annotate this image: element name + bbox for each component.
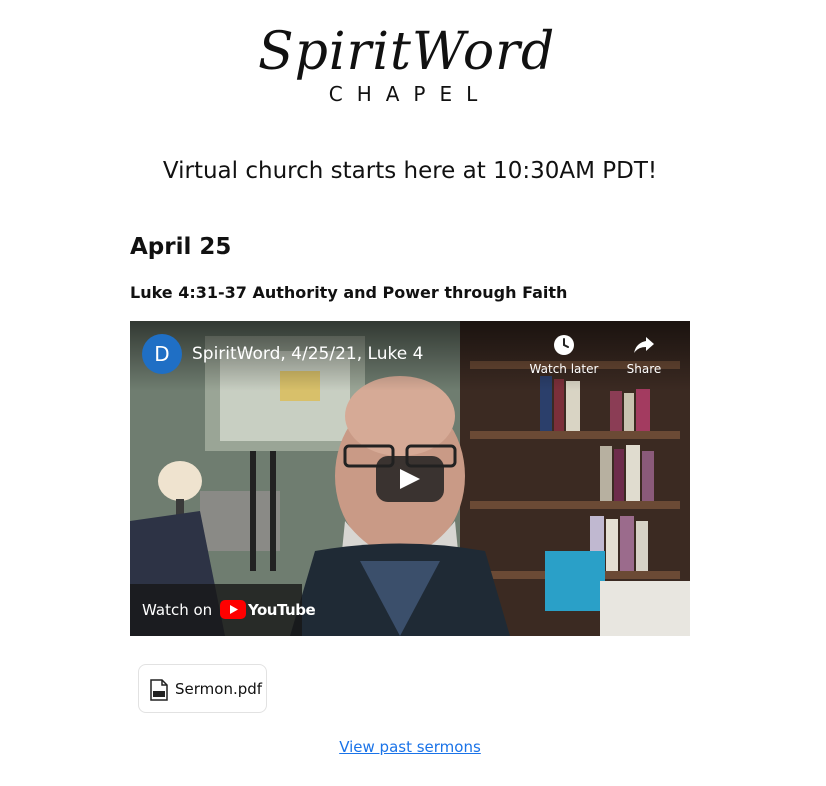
logo-subtitle: CHAPEL bbox=[328, 82, 492, 106]
sermon-date-heading: April 25 bbox=[130, 234, 232, 260]
pdf-file-icon bbox=[150, 679, 168, 701]
youtube-logo-icon bbox=[220, 600, 246, 619]
watch-on-youtube-button[interactable]: Watch on YouTube bbox=[130, 584, 316, 636]
share-label: Share bbox=[626, 362, 662, 376]
watch-later-button[interactable]: Watch later bbox=[524, 333, 604, 377]
view-past-sermons-link[interactable]: View past sermons bbox=[339, 738, 481, 756]
share-button[interactable]: Share bbox=[604, 333, 684, 377]
channel-avatar[interactable]: D bbox=[142, 334, 182, 374]
sermon-title: Luke 4:31-37 Authority and Power through… bbox=[130, 283, 568, 302]
past-sermons-row: View past sermons bbox=[0, 736, 820, 758]
service-time-tagline: Virtual church starts here at 10:30AM PD… bbox=[162, 158, 658, 184]
spiritword-chapel-logo: SpiritWord CHAPEL bbox=[258, 22, 556, 122]
share-arrow-icon bbox=[634, 337, 654, 353]
watch-on-label: Watch on bbox=[142, 601, 213, 619]
attachment-filename: Sermon.pdf bbox=[175, 680, 263, 698]
play-icon bbox=[400, 469, 420, 489]
video-title-link[interactable]: SpiritWord, 4/25/21, Luke 4 bbox=[192, 343, 423, 365]
logo-wordmark: SpiritWord bbox=[258, 22, 556, 82]
youtube-wordmark: YouTube bbox=[248, 601, 316, 619]
watch-later-label: Watch later bbox=[529, 362, 599, 376]
play-button[interactable] bbox=[376, 456, 444, 502]
sermon-pdf-attachment[interactable]: Sermon.pdf bbox=[138, 664, 267, 713]
youtube-video-embed[interactable]: D SpiritWord, 4/25/21, Luke 4 Watch late… bbox=[130, 321, 690, 636]
clock-icon bbox=[554, 335, 574, 355]
